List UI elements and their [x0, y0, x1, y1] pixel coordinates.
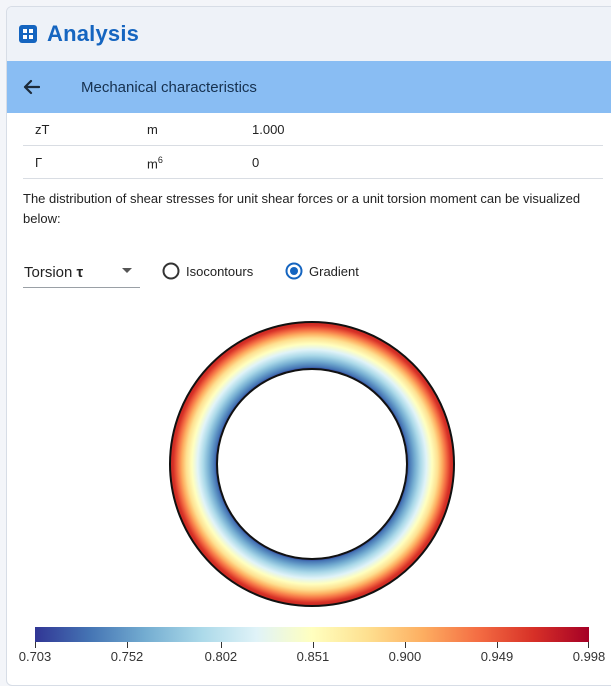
colorbar-tick-label: 0.949 [480, 649, 514, 664]
description-text: The distribution of shear stresses for u… [23, 191, 581, 226]
property-value: 0 [252, 155, 260, 170]
mode-select-prefix: Torsion [24, 264, 73, 281]
table-row: zT m 1.000 [23, 113, 603, 146]
content-area: zT m 1.000 Γ m6 0 The distribution of sh… [7, 113, 611, 685]
mode-select-symbol: τ [76, 264, 84, 281]
colorbar-tick-label: 0.851 [296, 649, 330, 664]
mode-select-value: Torsion τ [24, 264, 83, 281]
inner-boundary [216, 368, 408, 560]
colorbar-tick-label: 0.900 [388, 649, 422, 664]
property-unit: m6 [147, 155, 163, 171]
table-row: Γ m6 0 [23, 146, 603, 179]
torsion-gradient-ring [169, 321, 455, 607]
radio-isocontours[interactable]: Isocontours [162, 262, 253, 280]
colorbar-gradient [35, 627, 589, 642]
top-bar: Analysis [7, 7, 611, 61]
unit-base: m [147, 156, 158, 172]
property-value: 1.000 [252, 122, 285, 137]
analysis-panel: Analysis Mechanical characteristics zT m… [6, 6, 611, 686]
app-title: Analysis [47, 21, 140, 46]
mode-select[interactable]: Torsion τ [23, 257, 140, 288]
section-header: Mechanical characteristics [7, 61, 611, 113]
chevron-down-icon [122, 268, 132, 273]
property-name: zT [35, 122, 50, 137]
stress-plot [169, 321, 455, 607]
radio-checked-icon [285, 262, 303, 280]
calculator-icon [19, 25, 37, 43]
back-button[interactable] [7, 61, 55, 113]
radio-gradient[interactable]: Gradient [285, 262, 359, 280]
radio-isocontours-label: Isocontours [186, 263, 254, 279]
unit-exponent: 6 [157, 155, 163, 165]
colorbar-tick-label: 0.998 [572, 649, 606, 664]
colorbar: 0.703 0.752 0.802 0.851 0.900 0.949 0.998 [19, 627, 606, 668]
property-unit: m [147, 122, 158, 137]
colorbar-tick-label: 0.802 [204, 649, 238, 664]
colorbar-labels: 0.703 0.752 0.802 0.851 0.900 0.949 0.998 [19, 648, 606, 668]
radio-unchecked-icon [162, 262, 180, 280]
section-title: Mechanical characteristics [81, 78, 257, 96]
radio-gradient-label: Gradient [309, 263, 359, 279]
colorbar-tick-label: 0.703 [18, 649, 52, 664]
property-name: Γ [35, 155, 43, 170]
arrow-left-icon [23, 79, 40, 95]
colorbar-tick-label: 0.752 [110, 649, 144, 664]
